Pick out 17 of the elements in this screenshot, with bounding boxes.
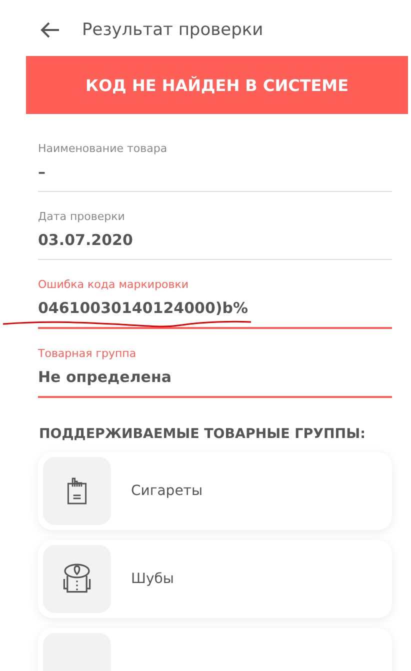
cigarette-pack-icon xyxy=(66,476,88,506)
field-value: 03.07.2020 xyxy=(38,231,134,249)
group-card[interactable]: Шубы xyxy=(38,540,392,618)
field-label: Товарная группа xyxy=(38,347,138,360)
section-heading: ПОДДЕРЖИВАЕМЫЕ ТОВАРНЫЕ ГРУППЫ: xyxy=(39,426,366,442)
field-label: Дата проверки xyxy=(38,210,126,223)
error-banner: КОД НЕ НАЙДЕН В СИСТЕМЕ xyxy=(26,56,408,114)
field-value: Не определена xyxy=(38,368,172,386)
field-value: – xyxy=(38,163,46,181)
field-value: 04610030140124000)b% xyxy=(38,299,250,317)
screen-title: Результат проверки xyxy=(82,20,264,40)
group-label: Шубы xyxy=(131,571,174,587)
group-label: Сигареты xyxy=(131,483,203,499)
fur-coat-icon xyxy=(61,563,93,595)
group-card[interactable]: Сигареты xyxy=(38,452,392,530)
field-label: Ошибка кода маркировки xyxy=(38,278,190,291)
field-label: Наименование товара xyxy=(38,142,168,155)
